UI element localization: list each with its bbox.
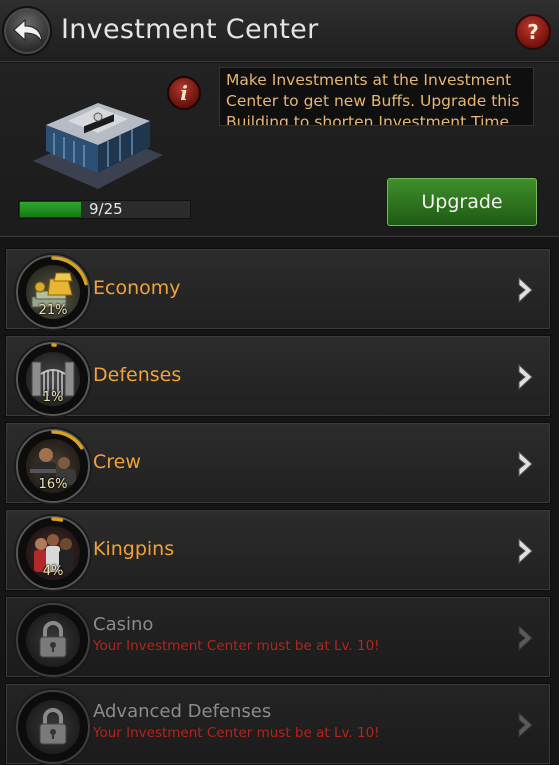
info-icon: i [180,81,188,105]
help-button[interactable]: ? [515,14,551,50]
chevron-right-icon [518,276,533,304]
category-name: Crew [93,451,141,473]
category-lock-ring [16,603,90,677]
category-lock-ring [16,690,90,764]
category-progress-ring: 16% [16,429,90,503]
category-row-economy[interactable]: 21% Economy [5,248,551,330]
category-row-advanced-defenses[interactable]: Advanced Defenses Your Investment Center… [5,683,551,765]
category-row-defenses[interactable]: 1% Defenses [5,335,551,417]
info-button[interactable]: i [167,76,201,110]
category-progress-ring: 21% [16,255,90,329]
chevron-right-icon [518,537,533,565]
header-bar: Investment Center ? [0,0,559,62]
unlock-requirement: Your Investment Center must be at Lv. 10… [93,725,380,741]
category-row-crew[interactable]: 16% Crew [5,422,551,504]
chevron-right-icon [518,450,533,478]
question-icon: ? [527,20,539,44]
category-progress-ring: 1% [16,342,90,416]
chevron-right-icon [518,711,533,739]
category-progress-ring: 4% [16,516,90,590]
upgrade-button[interactable]: Upgrade [387,178,537,226]
building-info-panel: 9/25 i Make Investments at the Investmen… [0,63,559,237]
category-percent: 1% [42,390,64,405]
page-title: Investment Center [61,14,319,45]
category-name: Economy [93,277,181,299]
category-percent: 4% [42,564,64,579]
building-level-bar: 9/25 [18,200,191,219]
category-percent: 16% [38,477,68,492]
category-name: Defenses [93,364,182,386]
lock-icon [39,621,67,658]
category-name: Advanced Defenses [93,701,272,722]
category-name: Casino [93,614,154,635]
back-arrow-icon [13,18,43,43]
category-row-kingpins[interactable]: 4% Kingpins [5,509,551,591]
chevron-right-icon [518,363,533,391]
investment-center-building-icon [33,103,163,189]
lock-icon [39,708,67,745]
unlock-requirement: Your Investment Center must be at Lv. 10… [93,638,380,654]
level-text: 9/25 [89,200,123,218]
back-button[interactable] [2,6,52,56]
description-box: Make Investments at the Investment Cente… [219,67,534,126]
category-percent: 21% [38,303,68,318]
level-progress-fill [20,202,81,217]
category-name: Kingpins [93,538,175,560]
category-row-casino[interactable]: Casino Your Investment Center must be at… [5,596,551,678]
chevron-right-icon [518,624,533,652]
